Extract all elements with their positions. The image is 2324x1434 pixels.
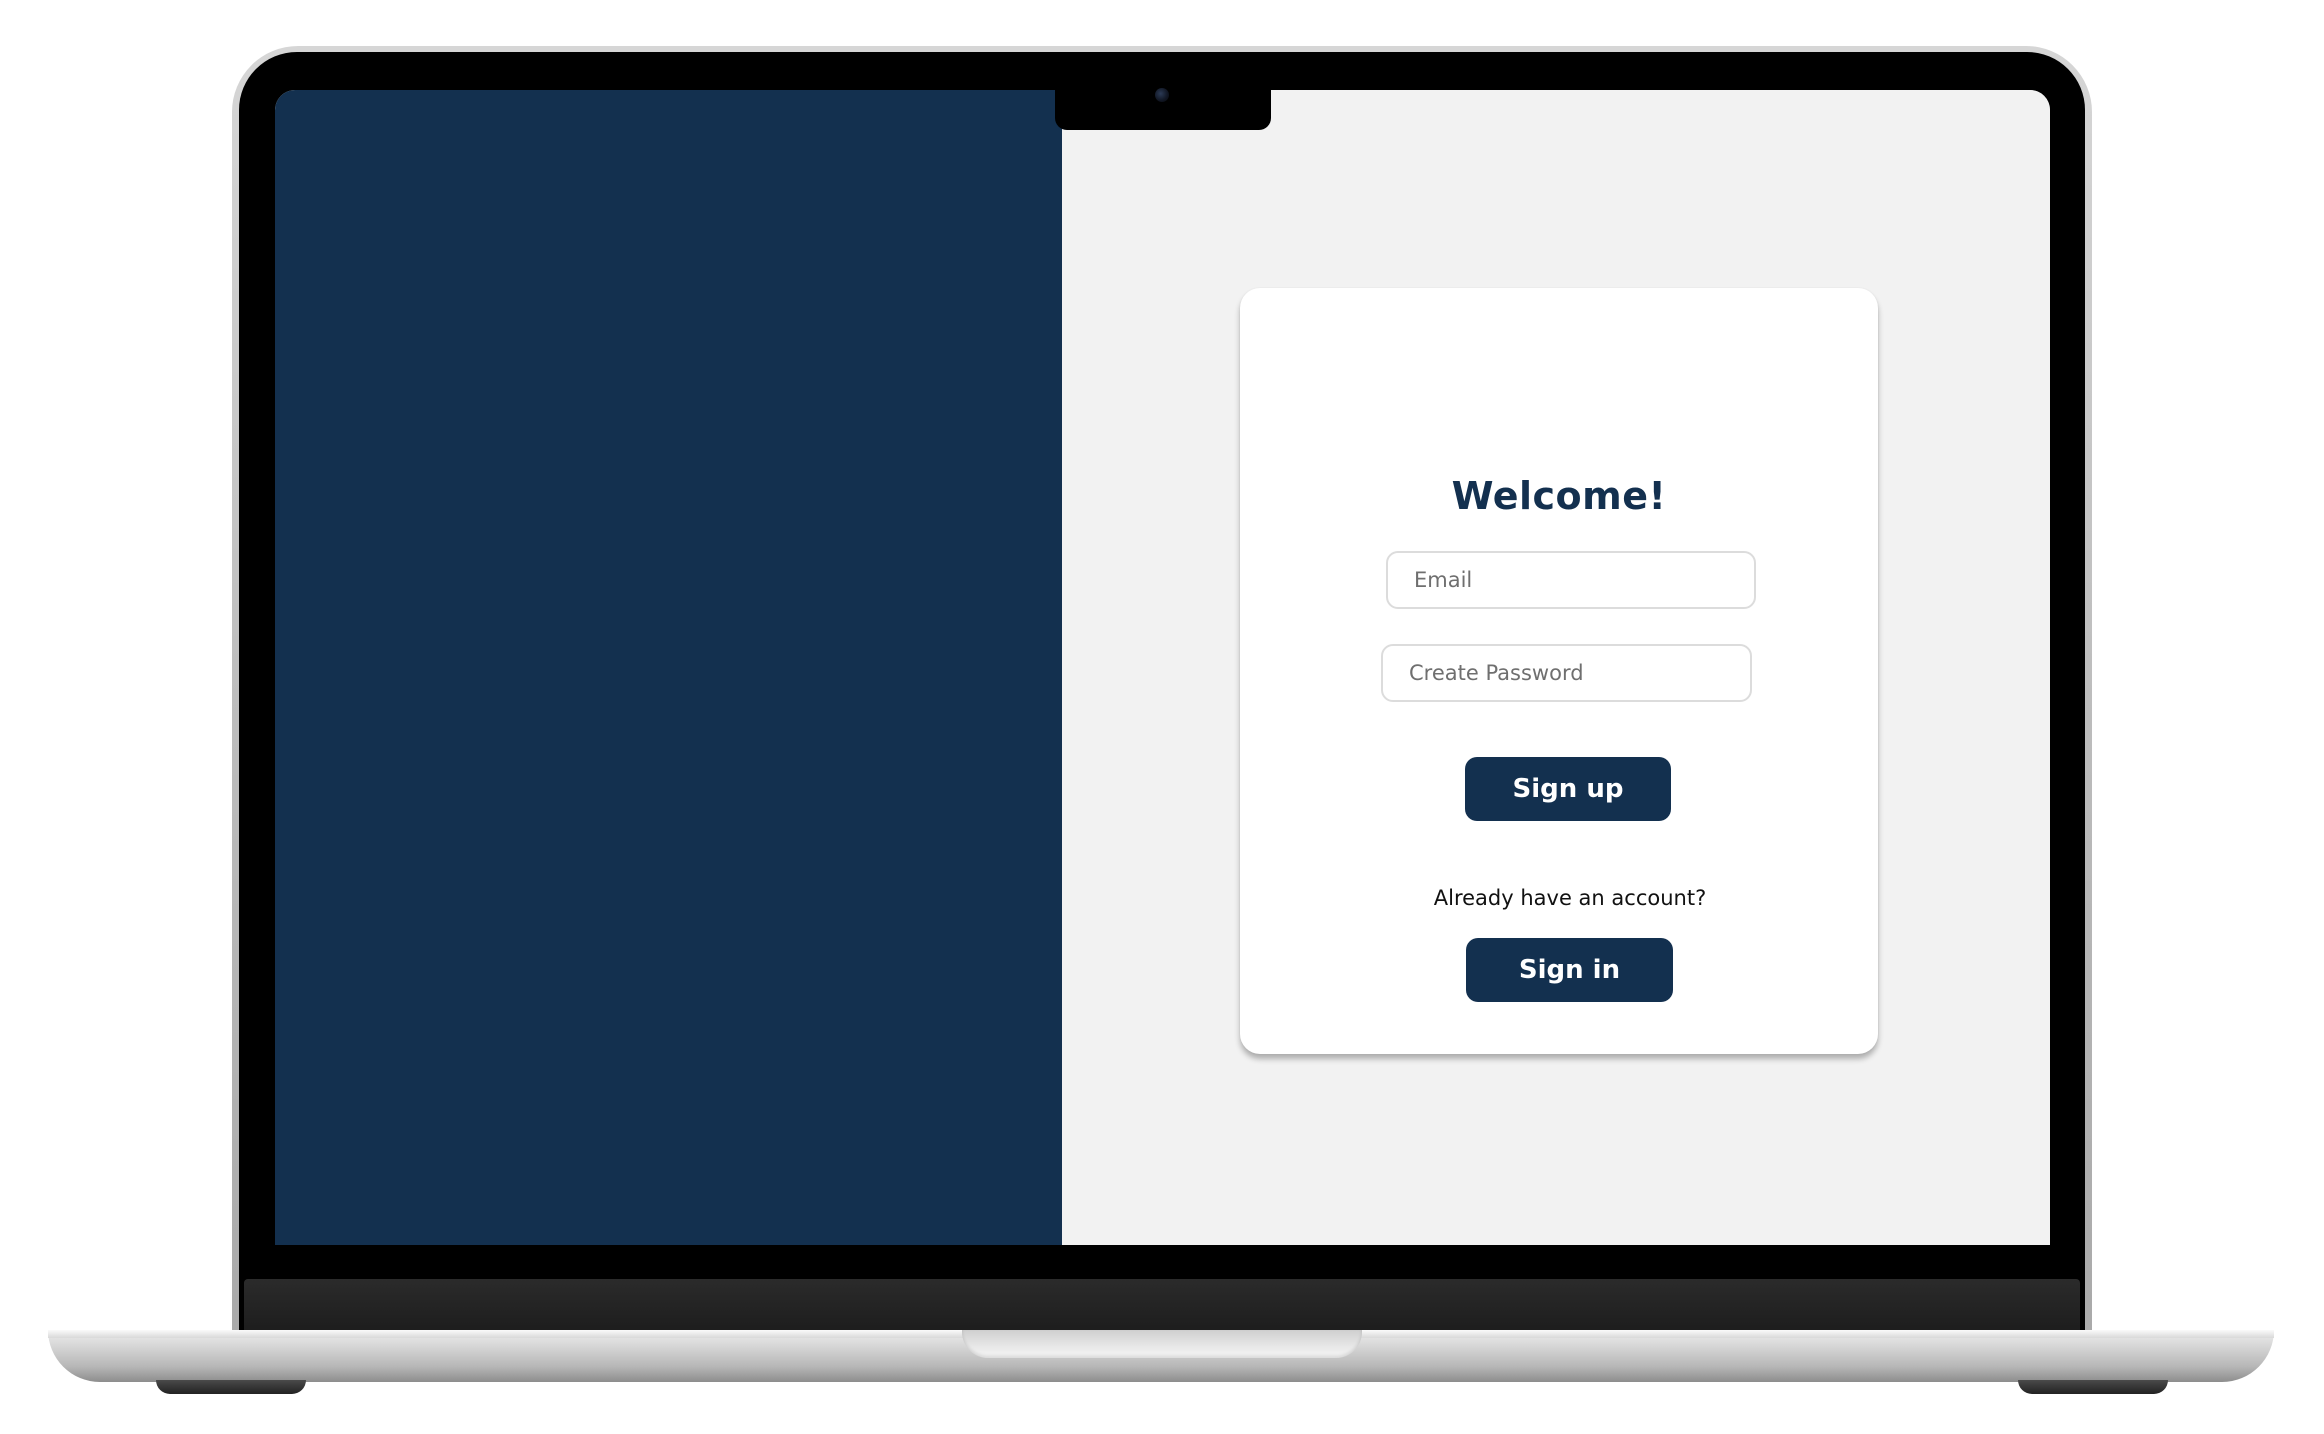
lid-open-notch	[962, 1330, 1362, 1358]
existing-account-prompt: Already have an account?	[1433, 886, 1707, 910]
sign-in-button[interactable]: Sign in	[1466, 938, 1673, 1002]
email-input[interactable]	[1386, 551, 1756, 609]
create-password-input[interactable]	[1381, 644, 1752, 702]
signup-card: Welcome! Sign up Already have an account…	[1240, 288, 1878, 1054]
webcam-icon	[1155, 88, 1169, 102]
laptop-mockup: Welcome! Sign up Already have an account…	[0, 0, 2324, 1434]
left-foot	[156, 1380, 306, 1394]
sign-up-button[interactable]: Sign up	[1465, 757, 1671, 821]
right-foot	[2018, 1380, 2168, 1394]
brand-side-panel	[275, 90, 1062, 1245]
page-title: Welcome!	[1451, 474, 1667, 518]
